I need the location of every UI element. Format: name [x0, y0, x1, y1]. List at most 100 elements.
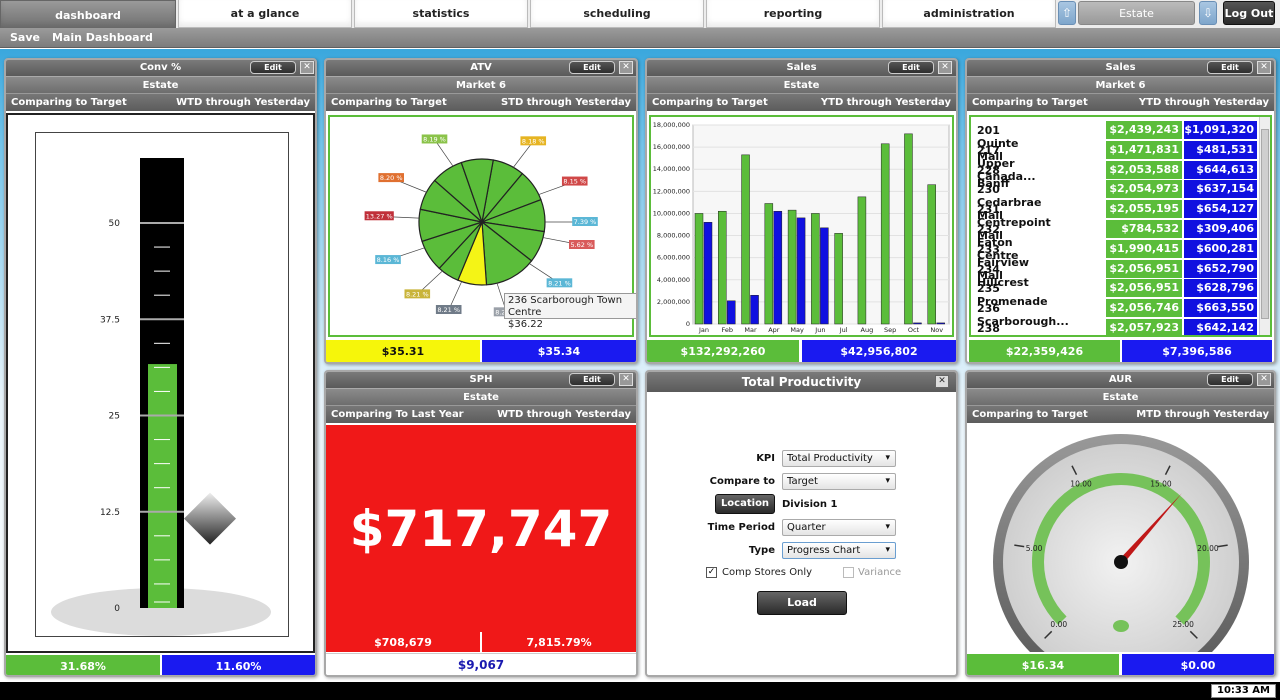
- close-icon[interactable]: ✕: [619, 61, 633, 74]
- bar[interactable]: [927, 184, 936, 325]
- store-target: $654,127: [1184, 200, 1257, 219]
- location-selector[interactable]: Estate: [1078, 1, 1195, 25]
- bar[interactable]: [727, 300, 736, 325]
- atv-actual: $35.31: [326, 340, 480, 362]
- bar[interactable]: [936, 322, 945, 325]
- variance-label: Variance: [858, 567, 902, 578]
- atv-target: $35.34: [482, 340, 636, 362]
- variance-checkbox[interactable]: [843, 567, 854, 578]
- close-icon[interactable]: ✕: [935, 375, 949, 388]
- edit-button[interactable]: Edit: [569, 373, 615, 386]
- tab-at-a-glance[interactable]: at a glance: [178, 0, 352, 28]
- x-tick-label: May: [790, 326, 804, 334]
- bar[interactable]: [787, 209, 797, 325]
- bar-chart-area: 0 2,000,000 4,000,000 6,000,000 8,000,000 10,…: [649, 115, 954, 337]
- main-dashboard-link[interactable]: Main Dashboard: [52, 31, 153, 44]
- sales-market-panel: Sales Edit ✕ Market 6 Comparing to Targe…: [965, 58, 1276, 364]
- pie-label: 8.21 %: [548, 279, 571, 287]
- y-tick-label: 14,000,000: [653, 165, 690, 173]
- close-icon[interactable]: ✕: [938, 61, 952, 74]
- sub-nav: Save Main Dashboard: [0, 28, 1280, 48]
- edit-button[interactable]: Edit: [1207, 373, 1253, 386]
- edit-button[interactable]: Edit: [888, 61, 934, 74]
- thermometer-area: 50 37.5 25 12.5 0: [6, 113, 315, 653]
- aur-panel: AUR Edit ✕ Estate Comparing to Target MTD…: [965, 370, 1276, 677]
- store-target: $642,142: [1184, 319, 1257, 335]
- tab-scheduling[interactable]: scheduling: [530, 0, 704, 28]
- sales-estate-target: $42,956,802: [802, 340, 956, 362]
- x-tick-label: Aug: [861, 326, 874, 334]
- pie-label: 13.27 %: [366, 212, 393, 220]
- up-arrow-icon[interactable]: ⇧: [1058, 1, 1076, 25]
- kpi-select[interactable]: Total Productivity: [782, 450, 896, 467]
- compare-select[interactable]: Target: [782, 473, 896, 490]
- bar[interactable]: [904, 133, 913, 325]
- close-icon[interactable]: ✕: [300, 61, 314, 74]
- bar[interactable]: [773, 210, 783, 325]
- comp-stores-checkbox[interactable]: ✓: [706, 567, 717, 578]
- y-tick-label: 18,000,000: [653, 121, 690, 129]
- sales-market-target: $7,396,586: [1122, 340, 1272, 362]
- bar[interactable]: [750, 295, 759, 325]
- bar[interactable]: [857, 196, 867, 325]
- bar[interactable]: [820, 227, 829, 325]
- bar[interactable]: [796, 217, 806, 325]
- bar[interactable]: [703, 222, 713, 325]
- tab-dashboard[interactable]: dashboard: [0, 0, 176, 30]
- store-target: $309,406: [1184, 220, 1257, 238]
- logout-button[interactable]: Log Out: [1223, 1, 1275, 25]
- y-tick-label: 10,000,000: [653, 209, 690, 217]
- store-name: 238 Woodbine Centre: [977, 322, 1000, 335]
- bar-chart-svg: 0 2,000,000 4,000,000 6,000,000 8,000,000 10,…: [653, 121, 950, 334]
- bar[interactable]: [764, 203, 774, 325]
- y-tick-label: 12,000,000: [653, 187, 690, 195]
- sph-big-value: $717,747: [349, 499, 613, 558]
- bar[interactable]: [718, 210, 727, 325]
- scrollbar[interactable]: [1259, 117, 1270, 335]
- bar[interactable]: [811, 213, 820, 325]
- store-actual: $784,532: [1106, 220, 1182, 238]
- panel-subtitle: Estate: [967, 388, 1274, 405]
- bar[interactable]: [834, 233, 843, 325]
- pie-label: 8.21 %: [406, 290, 429, 298]
- store-list: 201 Quinte Mall $2,439,243 $1,091,320 217 U…: [969, 115, 1272, 337]
- scale-label: 0: [114, 604, 120, 614]
- x-tick-label: Sep: [884, 326, 896, 334]
- bar[interactable]: [913, 322, 922, 325]
- bar[interactable]: [880, 143, 890, 325]
- y-tick-label: 8,000,000: [657, 232, 690, 240]
- compare-bar: Comparing to Target YTD through Yesterday: [967, 93, 1274, 111]
- sph-difference: $9,067: [326, 653, 636, 675]
- scale-label: 25: [109, 412, 120, 422]
- tab-statistics[interactable]: statistics: [354, 0, 528, 28]
- edit-button[interactable]: Edit: [250, 61, 296, 74]
- scale-label: 50: [109, 219, 121, 229]
- tab-administration[interactable]: administration: [882, 0, 1056, 28]
- pie-label: 8.20 %: [380, 174, 403, 182]
- edit-button[interactable]: Edit: [1207, 61, 1253, 74]
- close-icon[interactable]: ✕: [1257, 61, 1271, 74]
- store-actual: $2,056,951: [1106, 259, 1182, 278]
- period-label: Time Period: [707, 522, 775, 533]
- load-button[interactable]: Load: [757, 591, 847, 615]
- scale-label: 12.5: [100, 508, 120, 518]
- store-actual: $2,055,195: [1106, 200, 1182, 219]
- compare-bar: Comparing To Last Year WTD through Yester…: [326, 405, 636, 423]
- x-tick-label: Jan: [698, 326, 709, 334]
- close-icon[interactable]: ✕: [619, 373, 633, 386]
- panel-subtitle: Estate: [326, 388, 636, 405]
- save-link[interactable]: Save: [10, 31, 40, 44]
- thermometer-fill: [148, 364, 177, 608]
- gauge-label: 15.00: [1150, 480, 1172, 489]
- bar[interactable]: [741, 154, 750, 325]
- period-select[interactable]: Quarter: [782, 519, 896, 536]
- close-icon[interactable]: ✕: [1257, 373, 1271, 386]
- bar[interactable]: [694, 213, 704, 325]
- type-select[interactable]: Progress Chart: [782, 542, 896, 559]
- tab-reporting[interactable]: reporting: [706, 0, 880, 28]
- thermometer-svg: 50 37.5 25 12.5 0: [51, 158, 271, 636]
- pie-label: 5.62 %: [570, 241, 593, 249]
- edit-button[interactable]: Edit: [569, 61, 615, 74]
- down-arrow-icon[interactable]: ⇩: [1199, 1, 1217, 25]
- location-button[interactable]: Location: [715, 494, 775, 514]
